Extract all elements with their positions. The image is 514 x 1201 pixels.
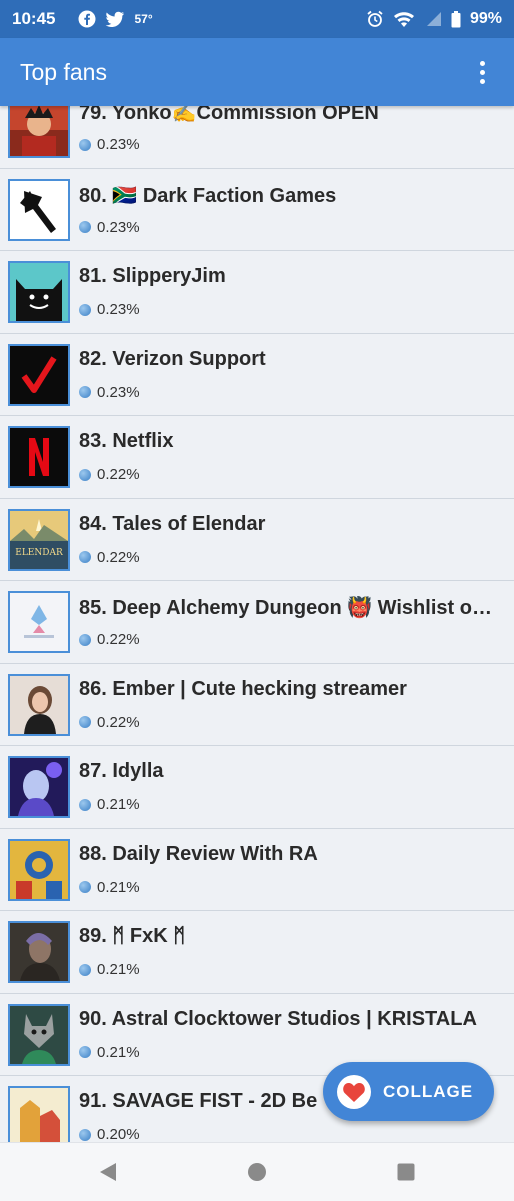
list-item[interactable]: 87. Idylla 0.21% [0, 746, 514, 829]
fan-name: 89. ᛗ FxK ᛗ [79, 925, 186, 947]
collage-label: COLLAGE [383, 1081, 474, 1101]
fan-percent-value: 0.21% [97, 796, 140, 813]
wifi-icon [393, 10, 415, 28]
list-item[interactable]: 89. ᛗ FxK ᛗ 0.21% [0, 911, 514, 994]
status-bar: 10:45 57° 99% [0, 0, 514, 38]
fan-percent: 0.21% [79, 961, 140, 978]
battery-percent: 99% [469, 10, 502, 27]
fan-percent: 0.21% [79, 1044, 140, 1061]
fan-percent: 0.22% [79, 549, 140, 566]
fan-name: 81. SlipperyJim [79, 265, 226, 287]
avatar-verizon [8, 343, 70, 406]
fan-percent: 0.23% [79, 384, 140, 401]
top-fans-list[interactable]: 79. Yonko✍️Commission OPEN 0.23% 80. 🇿🇦 … [0, 86, 514, 1142]
bullet-icon [79, 633, 91, 646]
avatar-daily-review [8, 838, 70, 901]
fan-name: 80. 🇿🇦 Dark Faction Games [79, 184, 337, 207]
fan-percent: 0.22% [79, 714, 140, 731]
bullet-icon [79, 963, 91, 976]
list-item[interactable]: 85. Deep Alchemy Dungeon 👹 Wishlist o… 0… [0, 581, 514, 664]
list-item[interactable]: 82. Verizon Support 0.23% [0, 334, 514, 416]
fan-percent: 0.21% [79, 796, 140, 813]
home-icon[interactable] [245, 1160, 269, 1184]
fan-percent-value: 0.23% [97, 218, 140, 236]
fan-percent-value: 0.22% [97, 713, 140, 731]
battery-icon [451, 10, 461, 28]
fan-percent-value: 0.21% [97, 1043, 140, 1061]
fan-name: 90. Astral Clocktower Studios | KRISTALA [79, 1007, 477, 1030]
fan-percent-value: 0.23% [97, 383, 140, 401]
avatar-elendar: ELENDAR [8, 508, 70, 571]
bullet-icon [79, 386, 91, 398]
bullet-icon [79, 221, 91, 233]
fan-percent: 0.23% [79, 219, 140, 236]
more-vert-icon[interactable] [470, 52, 494, 92]
list-item[interactable]: 88. Daily Review With RA 0.21% [0, 829, 514, 911]
bullet-icon [79, 468, 91, 481]
fan-name: 83. Netflix [79, 430, 174, 452]
fan-percent: 0.20% [79, 1126, 140, 1142]
list-item[interactable]: 83. Netflix 0.22% [0, 416, 514, 499]
bullet-icon [79, 303, 91, 316]
fan-percent: 0.22% [79, 631, 140, 648]
fan-percent-value: 0.23% [97, 136, 140, 153]
fan-percent-value: 0.20% [97, 1126, 140, 1142]
avatar-savage-fist [8, 1086, 70, 1142]
bullet-icon [79, 551, 91, 563]
signal-icon [424, 11, 442, 27]
fan-name: 84. Tales of Elendar [79, 512, 266, 535]
fan-percent-value: 0.21% [97, 878, 140, 896]
fan-name: 88. Daily Review With RA [79, 842, 318, 865]
avatar-fxk [8, 921, 70, 983]
temperature-text: 57° [134, 12, 153, 26]
list-item[interactable]: 80. 🇿🇦 Dark Faction Games 0.23% [0, 169, 514, 251]
avatar-ember [8, 673, 70, 736]
fan-percent-value: 0.22% [97, 548, 140, 566]
alarm-icon [366, 10, 384, 28]
fan-percent-value: 0.22% [97, 466, 140, 483]
fan-percent: 0.22% [79, 466, 140, 483]
twitter-icon [105, 11, 125, 28]
avatar-netflix [8, 426, 70, 488]
avatar-idylla [8, 756, 70, 818]
fan-name: 85. Deep Alchemy Dungeon 👹 Wishlist o… [79, 597, 492, 619]
status-time: 10:45 [12, 9, 56, 28]
navigation-bar [0, 1142, 514, 1201]
fan-percent-value: 0.23% [97, 301, 140, 318]
fan-percent-value: 0.21% [97, 961, 140, 978]
collage-button[interactable]: COLLAGE [323, 1062, 494, 1121]
bullet-icon [79, 881, 91, 893]
facebook-icon [78, 10, 96, 28]
bullet-icon [79, 138, 91, 151]
page-title: Top fans [20, 58, 107, 85]
fan-name: 86. Ember | Cute hecking streamer [79, 677, 407, 700]
fan-name: 87. Idylla [79, 760, 164, 782]
avatar-dark-faction [8, 178, 70, 241]
avatar-slipperyjim [8, 261, 70, 323]
list-item[interactable]: ELENDAR 84. Tales of Elendar 0.22% [0, 499, 514, 581]
list-item[interactable]: 86. Ember | Cute hecking streamer 0.22% [0, 664, 514, 746]
bullet-icon [79, 1128, 91, 1141]
elendar-logo-text: ELENDAR [15, 548, 63, 558]
bullet-icon [79, 798, 91, 811]
heart-icon [337, 1074, 371, 1109]
fan-percent: 0.21% [79, 879, 140, 896]
bullet-icon [79, 716, 91, 728]
recents-icon[interactable] [394, 1160, 418, 1184]
avatar-deep-alchemy [8, 591, 70, 653]
back-icon[interactable] [96, 1160, 120, 1184]
fan-percent: 0.23% [79, 301, 140, 318]
list-item[interactable]: 81. SlipperyJim 0.23% [0, 251, 514, 334]
app-bar: Top fans [0, 38, 514, 106]
fan-percent-value: 0.22% [97, 631, 140, 648]
fan-percent: 0.23% [79, 136, 140, 153]
avatar-astral-clocktower [8, 1003, 70, 1066]
bullet-icon [79, 1046, 91, 1058]
fan-name: 82. Verizon Support [79, 347, 266, 370]
